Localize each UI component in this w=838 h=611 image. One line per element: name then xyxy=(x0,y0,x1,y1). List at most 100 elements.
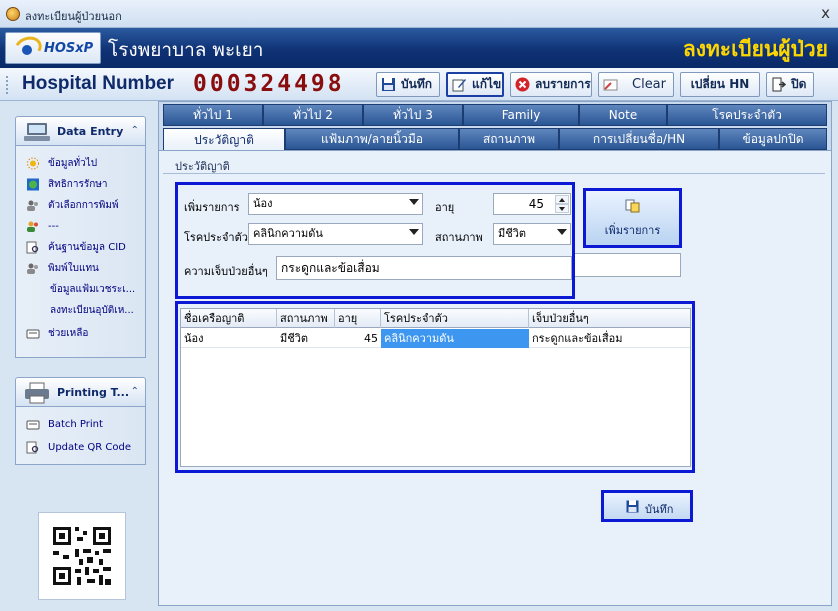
cell-disease[interactable]: คลินิกความดัน xyxy=(381,329,529,348)
delete-toolbar-button[interactable]: ลบรายการ xyxy=(510,72,592,97)
window-titlebar: ลงทะเบียนผู้ป่วยนอก x xyxy=(0,0,838,28)
age-label: อายุ xyxy=(435,201,455,214)
search-doc-icon xyxy=(26,441,39,453)
relatives-tab-content: ประวัติญาติ เพิ่มรายการ น้อง อายุ 45 โรค… xyxy=(159,150,831,605)
app-icon xyxy=(6,7,20,21)
add-document-icon xyxy=(625,199,640,213)
table-row[interactable]: น้อง มีชีวิต 45 คลินิกความดัน กระดูกและข… xyxy=(181,329,690,348)
dropdown-arrow-icon[interactable] xyxy=(409,229,419,235)
tab-general-1[interactable]: ทั่วไป 1 xyxy=(163,104,263,126)
users-icon xyxy=(27,221,38,232)
column-header-disease[interactable]: โรคประจำตัว xyxy=(381,309,529,328)
card-icon xyxy=(26,329,40,338)
relative-entry-form: เพิ่มรายการ น้อง อายุ 45 โรคประจำตัว คลิ… xyxy=(175,182,575,299)
table-header: ชื่อเครือญาติ สถานภาพ อายุ โรคประจำตัว เ… xyxy=(181,309,690,328)
hn-value: 000324498 xyxy=(193,71,345,97)
nav-item-cid-search[interactable]: ค้นฐานข้อมูล CID xyxy=(26,238,126,256)
sun-icon xyxy=(27,157,39,169)
data-entry-group-header[interactable]: Data Entry ⌃ xyxy=(15,116,146,146)
qr-code-icon xyxy=(53,527,111,585)
printing-title: Printing T... xyxy=(57,386,130,399)
dropdown-arrow-icon[interactable] xyxy=(409,199,419,205)
add-item-label: เพิ่มรายการ xyxy=(184,201,240,214)
age-spinner[interactable]: 45 xyxy=(493,193,571,215)
nav-item-batch-print[interactable]: Batch Print xyxy=(26,415,103,433)
nav-item-accident-registration[interactable]: ลงทะเบียนอุบัติเห... xyxy=(26,301,134,319)
hospital-name: โรงพยาบาล พะเยา xyxy=(108,39,264,61)
status-label: สถานภาพ xyxy=(435,231,483,244)
floppy-disk-icon xyxy=(626,500,639,513)
exit-door-icon xyxy=(772,77,786,92)
delete-x-icon xyxy=(515,77,530,92)
spin-down-icon[interactable] xyxy=(555,204,569,213)
card-icon xyxy=(26,420,40,429)
column-header-relative-name[interactable]: ชื่อเครือญาติ xyxy=(181,309,277,328)
hosxp-logo: HOSxP xyxy=(5,32,101,64)
relatives-grid-frame: ชื่อเครือญาติ สถานภาพ อายุ โรคประจำตัว เ… xyxy=(175,301,695,473)
nav-item-general-info[interactable]: ข้อมูลทั่วไป xyxy=(26,154,97,172)
printer-icon xyxy=(25,382,49,404)
nav-item-rights[interactable]: สิทธิการรักษา xyxy=(26,175,107,193)
tab-name-hn-change[interactable]: การเปลี่ยนชื่อ/HN xyxy=(559,128,719,150)
printing-group-body: Batch Print Update QR Code xyxy=(15,407,146,465)
collapse-chevron-icon[interactable]: ⌃ xyxy=(131,125,139,136)
other-illness-input[interactable]: กระดูกและข้อเสื่อม xyxy=(276,256,572,280)
add-item-button[interactable]: เพิ่มรายการ xyxy=(583,188,682,248)
close-toolbar-button[interactable]: ปิด xyxy=(766,72,814,97)
other-illness-input-extension[interactable] xyxy=(575,253,681,277)
save-button[interactable]: บันทึก xyxy=(601,490,693,522)
cell-other-illness[interactable]: กระดูกและข้อเสื่อม xyxy=(529,329,690,348)
column-header-status[interactable]: สถานภาพ xyxy=(277,309,335,328)
cell-status[interactable]: มีชีวิต xyxy=(277,329,335,348)
relationship-combo[interactable]: น้อง xyxy=(248,193,423,215)
tab-general-2[interactable]: ทั่วไป 2 xyxy=(263,104,363,126)
status-combo[interactable]: มีชีวิต xyxy=(493,223,571,245)
window-title: ลงทะเบียนผู้ป่วยนอก xyxy=(25,10,122,23)
disease-combo[interactable]: คลินิกความดัน xyxy=(248,223,423,245)
tab-note[interactable]: Note xyxy=(579,104,667,126)
relatives-table[interactable]: ชื่อเครือญาติ สถานภาพ อายุ โรคประจำตัว เ… xyxy=(180,308,691,467)
hn-label: Hospital Number xyxy=(22,73,175,94)
tab-family[interactable]: Family xyxy=(463,104,579,126)
printing-group-header[interactable]: Printing T... ⌃ xyxy=(15,377,146,407)
section-divider xyxy=(163,173,825,174)
nav-item-print-replacement[interactable]: พิมพ์ใบแทน xyxy=(26,259,99,277)
data-entry-group-body: ข้อมูลทั่วไป สิทธิการรักษา ตัวเลือกการพิ… xyxy=(15,146,146,358)
floppy-disk-icon xyxy=(382,78,395,91)
data-entry-icon xyxy=(24,123,50,141)
close-window-button[interactable]: x xyxy=(821,4,830,22)
spin-up-icon[interactable] xyxy=(555,195,569,204)
nav-item-medical-records[interactable]: ข้อมูลแฟ้มเวชระเ... xyxy=(26,280,135,298)
tab-marital-status[interactable]: สถานภาพ xyxy=(459,128,559,150)
cell-relative-name[interactable]: น้อง xyxy=(181,329,277,348)
column-header-other-illness[interactable]: เจ็บป่วยอื่นๆ xyxy=(529,309,690,328)
eraser-icon xyxy=(603,79,618,91)
cell-age[interactable]: 45 xyxy=(335,329,381,348)
dropdown-arrow-icon[interactable] xyxy=(557,229,567,235)
nav-item-update-qr[interactable]: Update QR Code xyxy=(26,438,131,456)
people-icon xyxy=(27,200,38,211)
tab-relatives-history[interactable]: ประวัติญาติ xyxy=(163,128,285,151)
toolbar-grip[interactable] xyxy=(6,76,9,94)
tab-photos-fingerprint[interactable]: แฟ้มภาพ/ลายนิ้วมือ xyxy=(285,128,459,150)
globe-icon xyxy=(27,178,39,190)
collapse-chevron-icon[interactable]: ⌃ xyxy=(131,386,139,397)
nav-item-separator[interactable]: --- xyxy=(26,217,59,235)
save-toolbar-button[interactable]: บันทึก xyxy=(376,72,440,97)
data-entry-title: Data Entry xyxy=(57,125,124,138)
nav-item-print-options[interactable]: ตัวเลือกการพิมพ์ xyxy=(26,196,119,214)
edit-toolbar-button[interactable]: แก้ไข xyxy=(446,72,504,97)
edit-pencil-icon xyxy=(452,79,466,92)
module-name: ลงทะเบียนผู้ป่วย xyxy=(682,36,828,61)
column-header-age[interactable]: อายุ xyxy=(335,309,381,328)
tab-chronic-disease[interactable]: โรคประจำตัว xyxy=(667,104,827,126)
clear-toolbar-button[interactable]: Clear xyxy=(598,72,674,97)
header-banner: HOSxP โรงพยาบาล พะเยา ลงทะเบียนผู้ป่วย xyxy=(0,28,838,68)
nav-item-help[interactable]: ช่วยเหลือ xyxy=(26,324,88,342)
search-doc-icon xyxy=(26,241,39,253)
disease-label: โรคประจำตัว xyxy=(184,231,248,244)
tab-confidential[interactable]: ข้อมูลปกปิด xyxy=(719,128,827,150)
sidebar: Data Entry ⌃ ข้อมูลทั่วไป สิทธิการรักษา … xyxy=(0,101,157,611)
tab-general-3[interactable]: ทั่วไป 3 xyxy=(363,104,463,126)
change-hn-toolbar-button[interactable]: เปลี่ยน HN xyxy=(680,72,760,97)
